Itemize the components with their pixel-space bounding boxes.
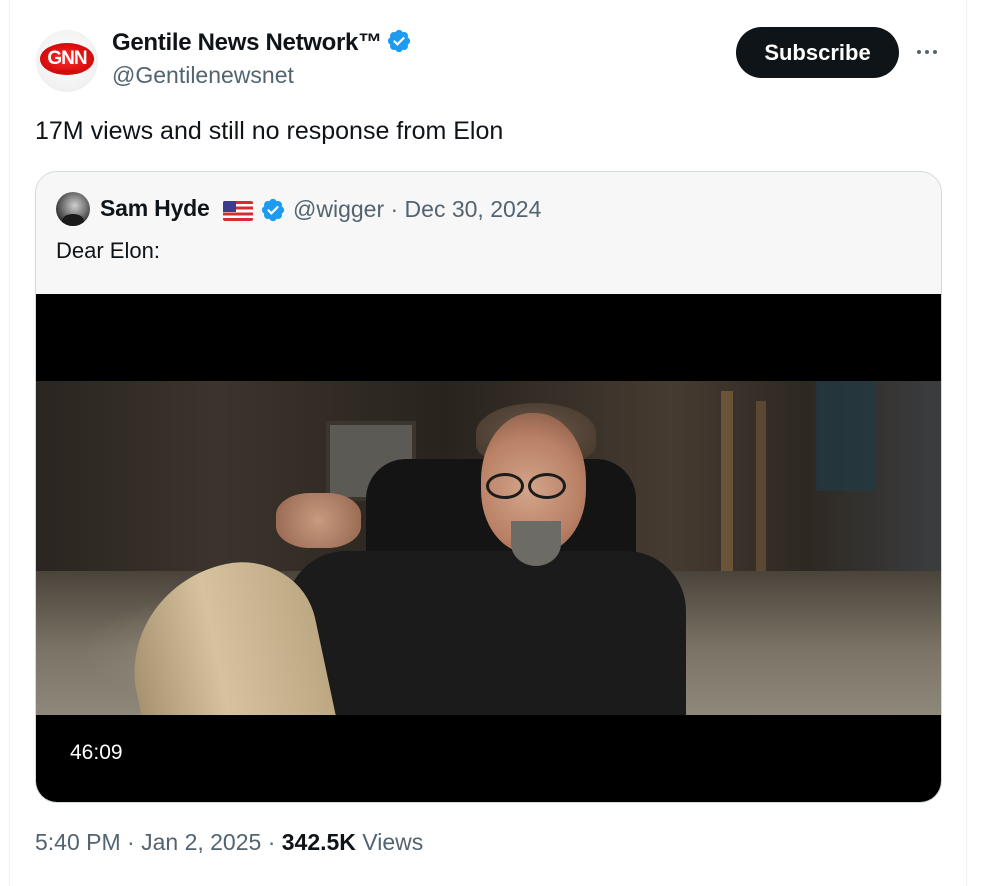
author-name-row[interactable]: Gentile News Network™: [112, 28, 412, 61]
tweet-timestamp[interactable]: 5:40 PM · Jan 2, 2025 ·: [35, 829, 282, 855]
subscribe-button[interactable]: Subscribe: [736, 27, 899, 78]
quoted-tweet-text: Dear Elon:: [56, 238, 160, 263]
quoted-author-name[interactable]: Sam Hyde: [100, 195, 210, 222]
quoted-tweet[interactable]: Sam Hyde @wigger · Dec 30, 2024 Dear Elo…: [35, 171, 942, 803]
author-handle[interactable]: @Gentilenewsnet: [112, 62, 294, 89]
gnn-logo-underline: [56, 70, 78, 74]
more-options-icon[interactable]: [912, 40, 942, 64]
tweet-meta: 5:40 PM · Jan 2, 2025 · 342.5K Views: [35, 829, 423, 856]
us-flag-icon: [223, 201, 253, 221]
quoted-tweet-header: Sam Hyde @wigger · Dec 30, 2024 Dear Elo…: [36, 172, 941, 294]
author-avatar[interactable]: GNN: [36, 30, 98, 92]
verified-badge-icon: [260, 197, 286, 228]
video-player[interactable]: 46:09: [36, 294, 941, 802]
views-count: 342.5K: [281, 829, 356, 855]
video-thumbnail: [36, 381, 941, 715]
views-label: Views: [355, 829, 424, 855]
tweet-text: 17M views and still no response from Elo…: [35, 117, 504, 145]
verified-badge-icon: [386, 28, 412, 61]
author-name[interactable]: Gentile News Network™: [112, 29, 382, 56]
quoted-author-avatar[interactable]: [56, 192, 90, 226]
video-duration-badge: 46:09: [58, 739, 135, 767]
quoted-handle-date[interactable]: @wigger · Dec 30, 2024: [293, 196, 541, 223]
